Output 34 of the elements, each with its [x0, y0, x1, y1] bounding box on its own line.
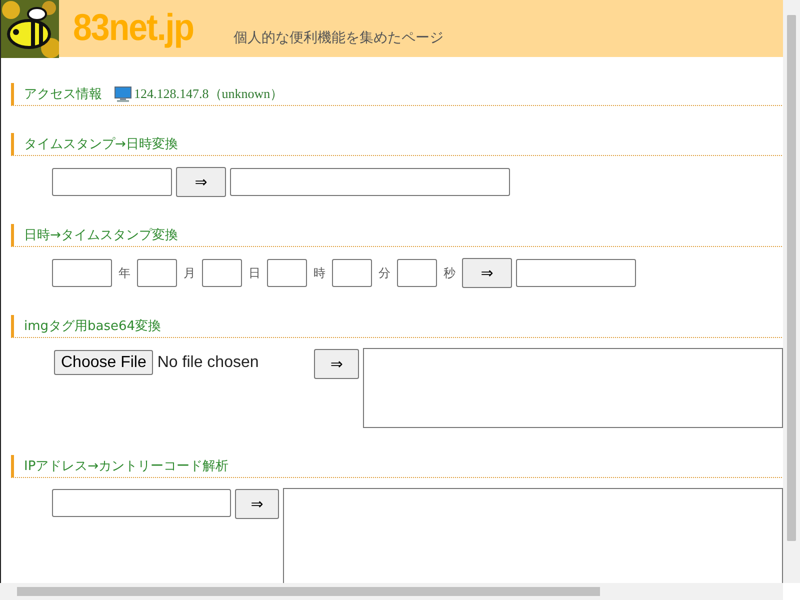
- unit-label: 分: [378, 264, 392, 282]
- section-title: imgタグ用base64変換: [24, 318, 162, 335]
- result-textarea[interactable]: [363, 348, 783, 428]
- convert-button[interactable]: ⇒: [176, 167, 226, 197]
- monitor-icon: [114, 86, 132, 102]
- result-field[interactable]: [230, 168, 510, 196]
- date-part-field[interactable]: [267, 259, 307, 287]
- unit-label: 時: [312, 264, 326, 282]
- date-part-field[interactable]: [332, 259, 372, 287]
- site-tagline: 個人的な便利機能を集めたページ: [233, 28, 444, 46]
- section-title: 日時→タイムスタンプ変換: [24, 227, 178, 244]
- unit-label: 年: [118, 264, 132, 282]
- date-part-field[interactable]: [202, 259, 242, 287]
- date-part-field[interactable]: [397, 259, 437, 287]
- unit-label: 日: [248, 264, 262, 282]
- date-part-field[interactable]: [137, 259, 177, 287]
- convert-button[interactable]: ⇒: [314, 349, 359, 379]
- convert-button[interactable]: ⇒: [235, 489, 279, 519]
- unit-label: 月: [182, 264, 196, 282]
- result-field[interactable]: [516, 259, 636, 287]
- convert-button[interactable]: ⇒: [462, 258, 512, 288]
- ip-address: 124.128.147.8（unknown）: [134, 85, 284, 103]
- file-status: No file chosen: [157, 354, 259, 372]
- bee-logo-drawing: [1, 0, 59, 58]
- timestamp-field[interactable]: [52, 168, 172, 196]
- date-part-field[interactable]: [52, 259, 112, 287]
- ip-field[interactable]: [52, 489, 231, 517]
- section-title: IPアドレス→カントリーコード解析: [24, 458, 229, 475]
- section-title: タイムスタンプ→日時変換: [24, 136, 178, 153]
- choose-file-button[interactable]: Choose File: [54, 350, 154, 375]
- unit-label: 秒: [442, 264, 456, 282]
- horizontal-scrollbar[interactable]: [0, 583, 783, 600]
- vertical-scrollbar[interactable]: [783, 0, 800, 583]
- section-title: アクセス情報: [24, 86, 102, 103]
